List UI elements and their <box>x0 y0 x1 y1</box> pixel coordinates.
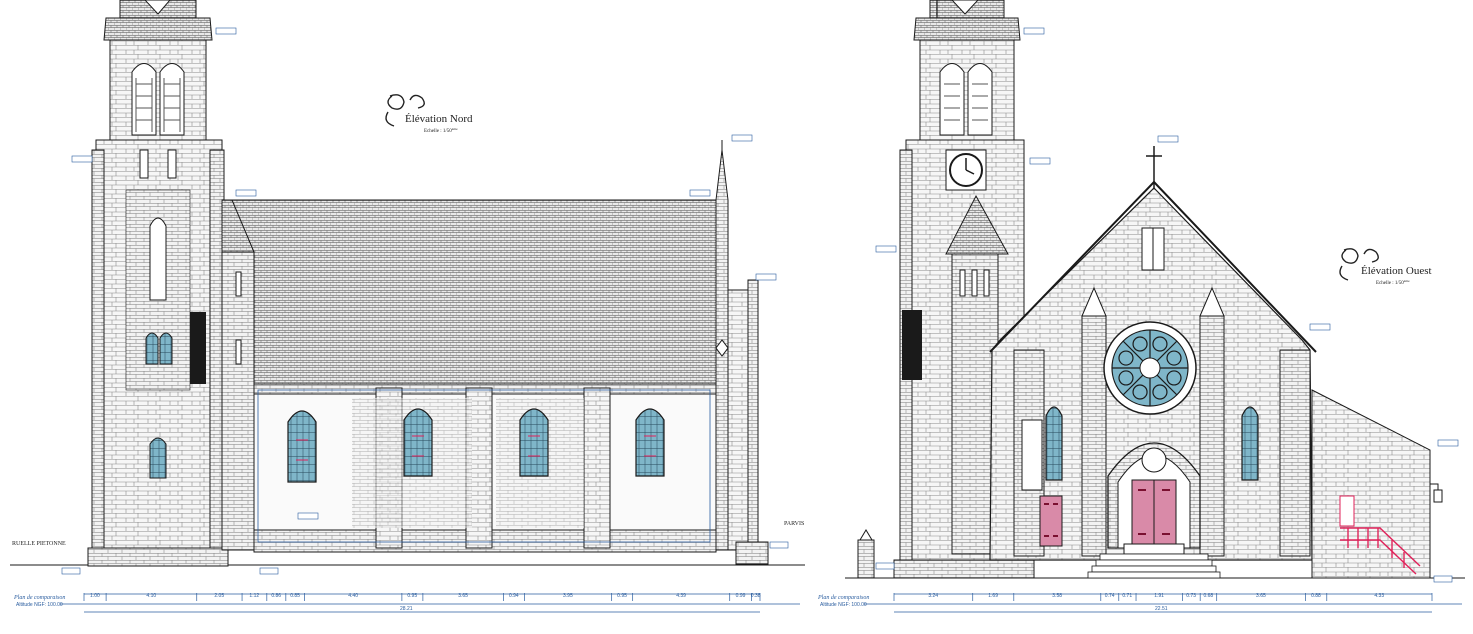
west-title: Élévation Ouest <box>1361 265 1432 277</box>
west-front-steps <box>1087 553 1221 579</box>
west-dimension-value: 0.88 <box>1311 593 1321 599</box>
west-window-left <box>1045 406 1063 481</box>
west-dimension-value: 1.69 <box>988 593 998 599</box>
west-total-dim: 22.51 <box>1155 606 1168 612</box>
west-dimension-value: 0.68 <box>1203 593 1213 599</box>
north-nave-window-4 <box>635 408 665 477</box>
west-rose-window <box>1103 321 1197 415</box>
north-bell-tower <box>87 0 229 567</box>
west-datum: Plan de comparaison Altitude NGF: 100.00 <box>817 593 1462 613</box>
west-dimension-value: 4.33 <box>1374 593 1384 599</box>
north-stair-turret <box>221 199 255 551</box>
west-dimension-value: 1.91 <box>1154 593 1164 599</box>
north-dimension-value: 4.40 <box>348 593 358 599</box>
north-dimension-value: 3.65 <box>458 593 468 599</box>
west-tower-clock <box>945 149 987 191</box>
west-notice-board <box>1021 419 1043 491</box>
north-datum-label: Plan de comparaison <box>13 595 65 601</box>
north-dimension-value: 3.95 <box>563 593 573 599</box>
north-nave-roof <box>231 199 717 385</box>
north-dimension-value: 4.10 <box>146 593 156 599</box>
north-dimension-value: 1.00 <box>90 593 100 599</box>
north-nave-wall <box>253 383 717 553</box>
north-dimension-value: 1.12 <box>249 593 259 599</box>
north-scale: Echelle : 1/50 <box>424 129 452 134</box>
north-datum-sub: Altitude NGF: 100.00 <box>16 602 63 608</box>
north-dimension-value: 4.39 <box>676 593 686 599</box>
west-dimension-value: 0.74 <box>1105 593 1115 599</box>
west-dimension-value: 3.58 <box>1052 593 1062 599</box>
west-scale-suffix: ème <box>1404 279 1410 283</box>
west-window-right <box>1241 406 1259 481</box>
svg-text:Echelle : 1/50ème: Echelle : 1/50ème <box>424 127 458 134</box>
north-title-block: Élévation Nord Echelle : 1/50ème <box>385 94 473 134</box>
west-dimension-value: 0.71 <box>1122 593 1132 599</box>
west-dimension-value: 3.65 <box>1256 593 1266 599</box>
north-dimension-value: 0.99 <box>736 593 746 599</box>
north-elevation: Élévation Nord Echelle : 1/50ème RUELLE … <box>10 0 805 613</box>
north-nave-window-1 <box>287 410 317 483</box>
west-scale: Echelle : 1/50 <box>1376 281 1404 286</box>
north-dimension-value: 2.05 <box>214 593 224 599</box>
west-side-door <box>1039 495 1063 547</box>
north-nave-window-2 <box>403 408 433 477</box>
north-dimension-value: 0.85 <box>290 593 300 599</box>
west-elevation: Élévation Ouest Echelle : 1/50ème Plan d… <box>817 0 1465 613</box>
north-nave-window-3 <box>519 408 549 477</box>
west-dimension-value: 0.73 <box>1186 593 1196 599</box>
north-dimension-value: 0.86 <box>271 593 281 599</box>
north-scale-suffix: ème <box>452 127 458 131</box>
north-right-label: PARVIS <box>784 521 804 527</box>
west-gable-cross <box>1146 146 1162 188</box>
svg-text:Echelle : 1/50ème: Echelle : 1/50ème <box>1376 279 1410 286</box>
north-dimension-value: 0.95 <box>617 593 627 599</box>
west-title-block: Élévation Ouest Echelle : 1/50ème <box>1339 248 1432 286</box>
north-east-gable <box>715 140 769 565</box>
west-main-portal <box>1107 442 1201 555</box>
north-title: Élévation Nord <box>405 113 473 125</box>
wall-lantern-icon <box>1430 483 1443 503</box>
north-dimension-value: 0.94 <box>509 593 519 599</box>
elevation-drawing-sheet: Élévation Nord Echelle : 1/50ème RUELLE … <box>10 0 1465 613</box>
north-dimension-value: 0.38 <box>751 593 761 599</box>
west-side-annex <box>1311 389 1443 579</box>
north-left-label: RUELLE PIETONNE <box>12 541 66 547</box>
west-dimension-value: 3.24 <box>928 593 938 599</box>
north-dimension-value: 0.95 <box>407 593 417 599</box>
west-datum-label: Plan de comparaison <box>817 595 869 601</box>
north-total-dim: 28.21 <box>400 606 413 612</box>
west-boundary-post <box>857 529 875 579</box>
west-datum-sub: Altitude NGF: 100.00 <box>820 602 867 608</box>
